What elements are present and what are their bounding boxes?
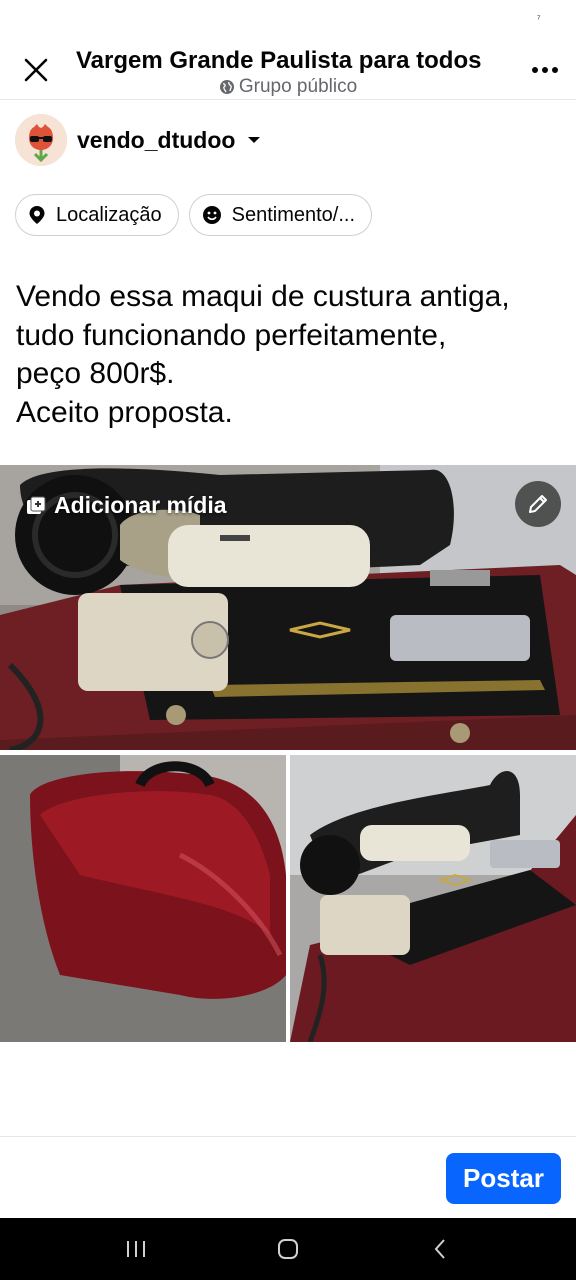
feeling-chip[interactable]: Sentimento/... — [188, 194, 373, 236]
post-options: Localização Sentimento/... — [15, 194, 373, 236]
post-text-line: peço 800r$. — [16, 357, 175, 390]
post-button[interactable]: Postar — [446, 1153, 561, 1204]
group-privacy-label: Grupo público — [238, 76, 358, 97]
close-icon — [24, 58, 48, 82]
recent-apps-button[interactable] — [106, 1224, 166, 1274]
pencil-icon — [529, 495, 547, 513]
location-chip[interactable]: Localização — [15, 194, 179, 236]
globe-icon — [219, 80, 234, 94]
add-photo-icon — [27, 496, 46, 514]
location-pin-icon — [29, 206, 45, 224]
avatar-image-icon — [15, 114, 67, 166]
group-privacy: Grupo público — [76, 76, 500, 98]
add-media-label: Adicionar mídia — [54, 492, 227, 518]
media-grid — [0, 465, 576, 1042]
author-selector[interactable]: vendo_dtudoo — [15, 114, 261, 166]
more-dots-icon — [532, 67, 558, 73]
close-button[interactable] — [18, 52, 54, 88]
header: Vargem Grande Paulista para todos Grupo … — [0, 0, 576, 100]
home-icon — [278, 1239, 298, 1259]
back-button[interactable] — [410, 1224, 470, 1274]
footer: Postar — [0, 1136, 576, 1218]
more-options-button[interactable] — [525, 52, 565, 88]
edit-media-button[interactable] — [515, 481, 561, 527]
back-icon — [434, 1239, 445, 1259]
feeling-chip-label: Sentimento/... — [231, 203, 356, 226]
author-name: vendo_dtudoo — [77, 126, 236, 153]
avatar — [15, 114, 67, 166]
system-navigation-bar — [0, 1218, 576, 1280]
caret-down-icon — [248, 137, 261, 143]
post-text-line: Aceito proposta. — [16, 395, 233, 429]
sewing-machine-photo-2[interactable] — [290, 755, 576, 1042]
post-text-line: tudo funcionando perfeitamente, — [16, 318, 447, 352]
post-text-line: Vendo essa maqui de custura antiga, — [16, 280, 510, 313]
post-text-input[interactable]: Vendo essa maqui de custura antiga, tudo… — [16, 278, 566, 432]
group-title: Vargem Grande Paulista para todos — [76, 47, 482, 74]
home-button[interactable] — [258, 1224, 318, 1274]
smiley-icon — [202, 206, 221, 224]
location-chip-label: Localização — [56, 203, 162, 226]
red-case-photo[interactable] — [0, 755, 286, 1042]
recent-apps-icon — [127, 1241, 145, 1257]
add-media-button[interactable]: Adicionar mídia — [26, 492, 227, 519]
